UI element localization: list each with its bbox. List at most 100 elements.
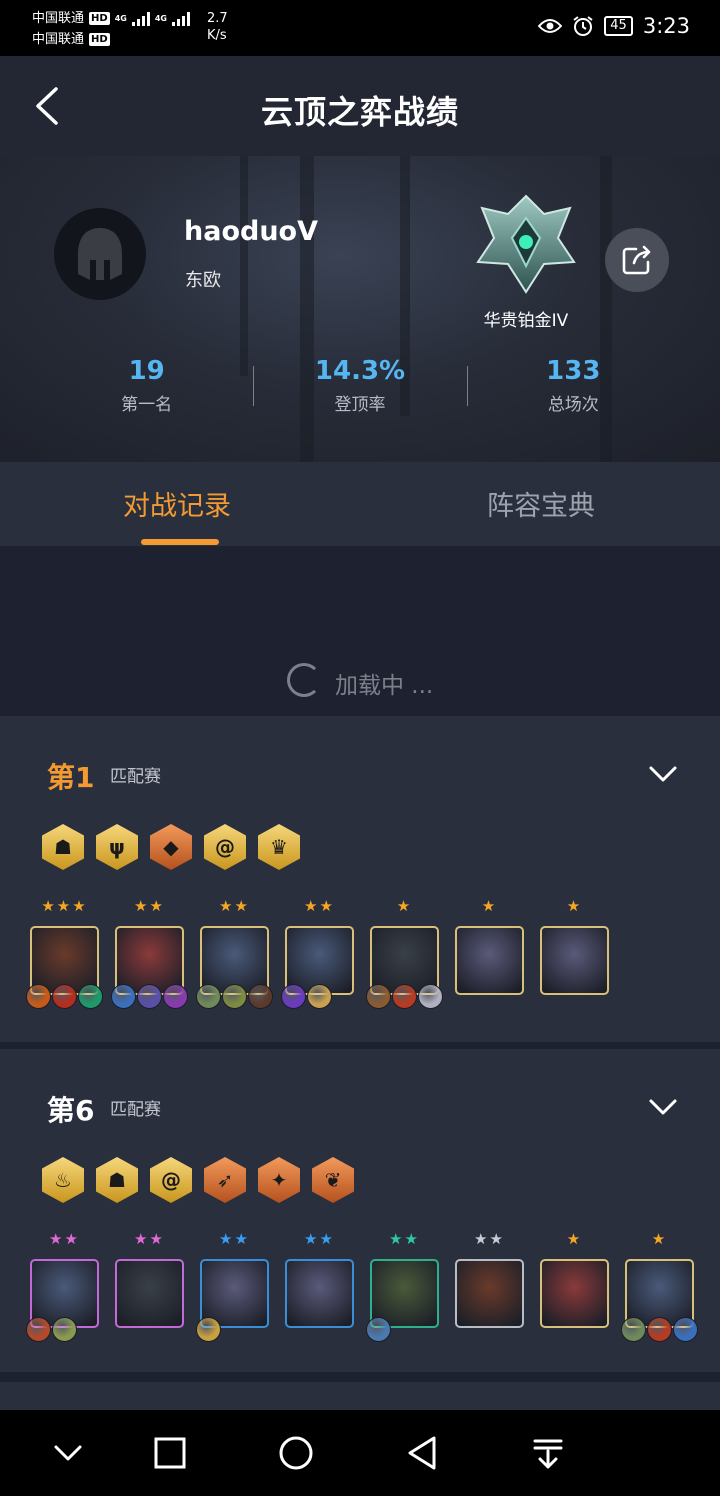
unit-list: ★★★ ★★ ★★ ★★ ★ ★ ★ xyxy=(26,896,609,1009)
champion-unit[interactable]: ★★ xyxy=(196,896,273,1009)
star-level: ★★ xyxy=(49,1230,80,1248)
champion-portrait xyxy=(115,1259,184,1328)
champion-unit[interactable]: ★ xyxy=(540,896,609,995)
chevron-down-icon[interactable] xyxy=(648,1097,678,1117)
beast-icon: ◆ xyxy=(150,824,192,870)
item-icon xyxy=(673,1317,698,1342)
tab-indicator xyxy=(141,539,219,545)
unit-list: ★★ ★★ ★★ ★★ ★★ ★★ ★ ★ xyxy=(26,1229,698,1342)
tab-bar: 对战记录 阵容宝典 xyxy=(0,462,720,546)
item-icon xyxy=(621,1317,646,1342)
champion-unit[interactable]: ★ xyxy=(621,1229,698,1342)
item-icon xyxy=(137,984,162,1009)
flame-icon: ♨ xyxy=(42,1157,84,1203)
match-mode: 匹配赛 xyxy=(110,1100,161,1120)
champion-unit[interactable]: ★★ xyxy=(366,1229,439,1342)
match-placement: 第6 xyxy=(47,1094,95,1127)
item-list xyxy=(366,984,443,1009)
champion-unit[interactable]: ★ xyxy=(455,896,524,995)
signal-icon xyxy=(131,11,150,26)
chevron-down-icon[interactable] xyxy=(50,1435,86,1471)
star-level: ★★★ xyxy=(41,897,88,915)
trident-icon: ψ xyxy=(96,824,138,870)
champion-unit[interactable]: ★ xyxy=(366,896,443,1009)
champion-portrait xyxy=(540,926,609,995)
tab-comp-guide[interactable]: 阵容宝典 xyxy=(487,484,595,523)
item-icon xyxy=(163,984,188,1009)
item-icon xyxy=(52,1317,77,1342)
star-level: ★★ xyxy=(474,1230,505,1248)
star-level: ★★ xyxy=(304,1230,335,1248)
tab-match-history[interactable]: 对战记录 xyxy=(123,484,231,523)
champion-unit[interactable]: ★★ xyxy=(455,1229,524,1328)
stats-row: 19 第一名 14.3% 登顶率 133 总场次 xyxy=(40,354,680,415)
background-tree xyxy=(600,156,612,462)
star-level: ★ xyxy=(566,1230,583,1248)
item-icon xyxy=(78,984,103,1009)
champion-unit[interactable]: ★★★ xyxy=(26,896,103,1009)
home-circle-icon[interactable] xyxy=(278,1435,314,1471)
clock: 3:23 xyxy=(642,14,690,38)
item-icon xyxy=(26,984,51,1009)
item-list xyxy=(196,1317,221,1342)
item-list xyxy=(196,984,273,1009)
item-icon xyxy=(222,984,247,1009)
champion-unit[interactable]: ★★ xyxy=(196,1229,269,1342)
champion-unit[interactable]: ★★ xyxy=(285,1229,354,1328)
match-card[interactable]: 第1 匹配赛 ☗ ψ ◆ @ ♛ ★★★ ★★ ★★ ★★ ★ ★ ★ xyxy=(0,716,720,1042)
champion-portrait xyxy=(455,926,524,995)
status-bar: 中国联通 HD 4G 4G 中国联通 HD 2.7 K/s 45 3:23 xyxy=(0,0,720,56)
share-button[interactable] xyxy=(605,228,669,292)
spinner-icon xyxy=(287,663,321,697)
rank-name: 华贵铂金IV xyxy=(483,311,569,331)
hd-badge-1: HD xyxy=(89,12,110,25)
profile-card: haoduoV 东欧 华贵铂金IV 19 第一名 14.3% 登顶率 133 总… xyxy=(0,156,720,462)
champion-unit[interactable]: ★★ xyxy=(111,896,188,1009)
notification-pull-icon[interactable] xyxy=(530,1435,566,1471)
stat-first-place: 19 第一名 xyxy=(121,356,173,415)
back-triangle-icon[interactable] xyxy=(404,1435,440,1471)
page-title: 云顶之弈战绩 xyxy=(260,93,459,131)
item-icon xyxy=(392,984,417,1009)
status-icons: 45 3:23 xyxy=(538,14,690,38)
trait-list: ♨ ☗ @ ➶ ✦ ❦ xyxy=(42,1157,354,1203)
avatar[interactable] xyxy=(54,208,146,300)
recents-square-icon[interactable] xyxy=(152,1435,188,1471)
network-type-1: 4G xyxy=(114,14,127,23)
chevron-down-icon[interactable] xyxy=(648,764,678,784)
leaf-icon: ❦ xyxy=(312,1157,354,1203)
bow-icon: ➶ xyxy=(204,1157,246,1203)
loading-text: 加载中 ... xyxy=(335,673,434,699)
champion-portrait xyxy=(455,1259,524,1328)
champion-unit[interactable]: ★ xyxy=(540,1229,609,1328)
shuriken-icon: ✦ xyxy=(258,1157,300,1203)
item-icon xyxy=(248,984,273,1009)
username: haoduoV xyxy=(184,216,318,247)
region: 东欧 xyxy=(185,270,221,291)
demon-icon: ☗ xyxy=(42,824,84,870)
star-level: ★★ xyxy=(219,897,250,915)
trait-list: ☗ ψ ◆ @ ♛ xyxy=(42,824,300,870)
star-level: ★★ xyxy=(134,897,165,915)
champion-unit[interactable]: ★★ xyxy=(281,896,354,1009)
item-list xyxy=(111,984,188,1009)
alarm-icon xyxy=(573,16,593,36)
app-header: 云顶之弈战绩 xyxy=(0,56,720,156)
star-level: ★★ xyxy=(304,897,335,915)
champion-unit[interactable]: ★★ xyxy=(26,1229,99,1342)
item-list xyxy=(621,1317,698,1342)
item-list xyxy=(26,1317,77,1342)
item-icon xyxy=(281,984,306,1009)
match-card[interactable]: 第6 匹配赛 ♨ ☗ @ ➶ ✦ ❦ ★★ ★★ ★★ ★★ ★★ ★★ ★ ★ xyxy=(0,1049,720,1372)
background-tree xyxy=(300,156,314,462)
demon-icon: ☗ xyxy=(96,1157,138,1203)
champion-unit[interactable]: ★★ xyxy=(115,1229,184,1328)
match-mode: 匹配赛 xyxy=(110,767,161,787)
item-icon xyxy=(418,984,443,1009)
item-icon xyxy=(196,1317,221,1342)
item-list xyxy=(281,984,332,1009)
system-nav-bar xyxy=(0,1410,720,1496)
match-placement: 第1 xyxy=(47,761,95,794)
champion-portrait xyxy=(285,1259,354,1328)
crown-icon: ♛ xyxy=(258,824,300,870)
